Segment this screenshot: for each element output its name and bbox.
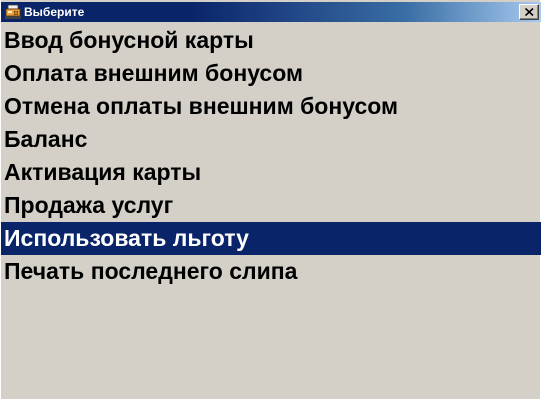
choose-dialog: Выберите Ввод бонусной карты Оплата внеш… [0,0,541,399]
menu-item-bonus-card-input[interactable]: Ввод бонусной карты [1,24,541,57]
cash-register-icon [5,4,21,20]
menu-item-external-bonus-payment[interactable]: Оплата внешним бонусом [1,57,541,90]
options-list[interactable]: Ввод бонусной карты Оплата внешним бонус… [1,24,541,288]
dialog-title: Выберите [24,5,85,19]
menu-item-cancel-external-bonus-payment[interactable]: Отмена оплаты внешним бонусом [1,90,541,123]
menu-item-use-benefit[interactable]: Использовать льготу [1,222,541,255]
close-icon [525,8,534,16]
close-button[interactable] [519,4,539,20]
menu-item-card-activation[interactable]: Активация карты [1,156,541,189]
title-bar[interactable]: Выберите [1,2,541,22]
menu-item-sell-services[interactable]: Продажа услуг [1,189,541,222]
menu-item-print-last-slip[interactable]: Печать последнего слипа [1,255,541,288]
menu-item-balance[interactable]: Баланс [1,123,541,156]
